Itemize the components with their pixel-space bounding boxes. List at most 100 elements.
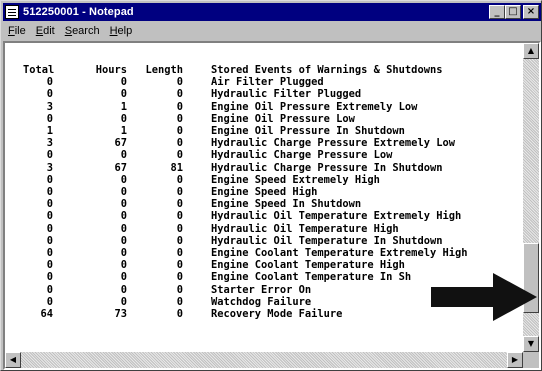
table-row: 0 0 0 Air Filter Plugged <box>23 76 467 88</box>
cell-description: Watchdog Failure <box>211 295 312 308</box>
cell-length: 0 <box>176 88 183 101</box>
cell-description: Hydraulic Oil Temperature High <box>211 222 399 235</box>
table-row: 3 67 0 Hydraulic Charge Pressure Extremely … <box>23 137 467 149</box>
cell-total: 3 <box>46 100 53 113</box>
cell-length: 0 <box>176 186 183 199</box>
cell-hours: 67 <box>114 161 127 174</box>
table-row: 0 0 0 Starter Error On <box>23 284 467 296</box>
cell-total: 0 <box>46 76 53 89</box>
menu-file[interactable]: File <box>3 25 31 37</box>
cell-total: 0 <box>46 173 53 186</box>
cell-length: 0 <box>176 76 183 89</box>
table-row: 0 0 0 Engine Coolant Temperature Extremely … <box>23 247 468 260</box>
cell-hours: 0 <box>120 149 127 162</box>
menu-edit[interactable]: Edit <box>31 25 60 37</box>
cell-length: 81 <box>170 161 183 174</box>
cell-length: 0 <box>176 173 183 186</box>
cell-length: 0 <box>176 259 183 272</box>
header-total: Total <box>23 64 55 76</box>
cell-hours: 0 <box>120 222 127 235</box>
maximize-button[interactable]: □ <box>505 5 521 19</box>
cell-length: 0 <box>176 308 183 321</box>
menu-edit-label: dit <box>43 25 55 37</box>
header-length: Length <box>145 64 183 76</box>
horizontal-scrollbar[interactable]: ◀ ▶ <box>5 352 523 368</box>
table-row: 0 0 0 Hydraulic Oil Temperature Extremely H… <box>23 210 467 222</box>
menu-file-label: ile <box>14 25 26 37</box>
menu-help-label: elp <box>117 25 133 37</box>
menu-search-mnemonic: S <box>64 25 73 37</box>
cell-length: 0 <box>176 271 183 284</box>
cell-hours: 1 <box>120 100 127 113</box>
cell-total: 1 <box>46 125 53 138</box>
cell-length: 0 <box>176 234 183 247</box>
table-row: 0 0 0 Engine Speed High <box>23 186 467 198</box>
cell-total: 0 <box>46 234 53 247</box>
cell-description: Hydraulic Charge Pressure Low <box>211 149 393 162</box>
cell-length: 0 <box>176 125 183 138</box>
cell-total: 0 <box>46 88 53 101</box>
notepad-icon[interactable] <box>5 5 19 19</box>
table-row: 0 0 0 Hydraulic Oil Temperature In Shutdown <box>23 235 467 247</box>
title-bar[interactable]: 512250001 - Notepad _ □ × <box>3 3 541 21</box>
cell-total: 3 <box>46 137 53 150</box>
table-row: 64 73 0 Recovery Mode Failure <box>23 308 467 320</box>
cell-hours: 0 <box>120 295 127 308</box>
close-button[interactable]: × <box>523 5 539 19</box>
table-row: 0 0 0 Watchdog Failure <box>23 296 467 308</box>
cell-description: Engine Coolant Temperature High <box>211 259 405 272</box>
scroll-down-button[interactable]: ▼ <box>523 336 539 352</box>
menu-search[interactable]: Search <box>60 25 105 37</box>
cell-total: 0 <box>46 198 53 211</box>
cell-total: 0 <box>46 295 53 308</box>
cell-description: Engine Speed Extremely High <box>211 173 380 186</box>
cell-hours: 0 <box>120 76 127 89</box>
menu-edit-mnemonic: E <box>35 25 44 37</box>
cell-hours: 0 <box>120 112 127 125</box>
scrollbar-corner <box>523 352 539 368</box>
cell-total: 0 <box>46 112 53 125</box>
menu-help[interactable]: Help <box>105 25 138 37</box>
table-row: 0 0 0 Engine Oil Pressure Low <box>23 113 467 125</box>
cell-length: 0 <box>176 100 183 113</box>
header-row: Total Hours Length Stored Events of Warn… <box>23 64 467 76</box>
cell-length: 0 <box>176 283 183 296</box>
table-row: 0 0 0 Hydraulic Filter Plugged <box>23 88 467 100</box>
cell-hours: 0 <box>120 259 127 272</box>
scroll-left-button[interactable]: ◀ <box>5 352 21 368</box>
menu-file-mnemonic: F <box>8 25 15 37</box>
cell-length: 0 <box>176 112 183 125</box>
table-row: 0 0 0 Engine Coolant Temperature In Sh <box>23 271 467 283</box>
cell-hours: 0 <box>120 88 127 101</box>
cell-hours: 67 <box>114 137 127 150</box>
cell-total: 0 <box>46 283 53 296</box>
scroll-up-button[interactable]: ▲ <box>523 43 539 59</box>
menu-help-mnemonic: H <box>109 25 118 37</box>
table-row: 0 0 0 Engine Speed In Shutdown <box>23 198 467 210</box>
cell-hours: 0 <box>120 271 127 284</box>
callout-arrow-icon <box>431 273 537 321</box>
scroll-right-button[interactable]: ▶ <box>507 352 523 368</box>
cell-length: 0 <box>176 210 183 223</box>
cell-length: 0 <box>176 149 183 162</box>
cell-hours: 0 <box>120 247 127 260</box>
cell-hours: 73 <box>114 308 127 321</box>
cell-total: 0 <box>46 149 53 162</box>
cell-description: Hydraulic Charge Pressure Extremely Low <box>211 137 455 150</box>
cell-length: 0 <box>176 198 183 211</box>
cell-description: Engine Speed In Shutdown <box>211 198 362 211</box>
cell-description: Engine Oil Pressure Low <box>211 112 355 125</box>
cell-description: Hydraulic Oil Temperature In Shutdown <box>211 234 443 247</box>
cell-hours: 1 <box>120 125 127 138</box>
cell-total: 3 <box>46 161 53 174</box>
cell-total: 0 <box>46 247 53 260</box>
cell-description: Engine Coolant Temperature In Sh <box>211 271 412 284</box>
cell-description: Starter Error On <box>211 283 312 296</box>
minimize-button[interactable]: _ <box>489 5 505 19</box>
cell-hours: 0 <box>120 198 127 211</box>
menu-search-label: earch <box>72 25 100 37</box>
window-title: 512250001 - Notepad <box>23 6 134 18</box>
cell-description: Recovery Mode Failure <box>211 308 343 321</box>
cell-length: 0 <box>176 137 183 150</box>
cell-total: 0 <box>46 210 53 223</box>
